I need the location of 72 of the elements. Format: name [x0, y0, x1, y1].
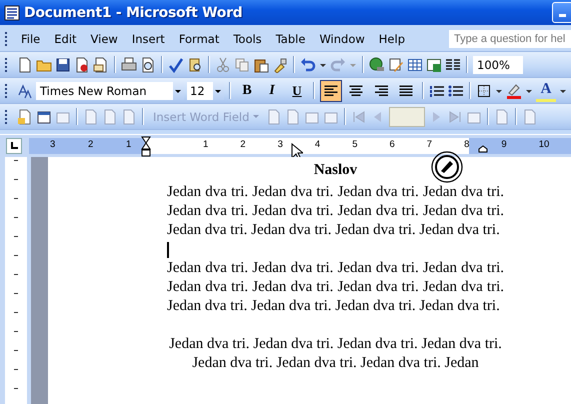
menu-item[interactable]: Format	[172, 30, 226, 48]
check-errors-icon[interactable]	[494, 108, 510, 124]
email-icon[interactable]	[93, 56, 109, 72]
window-title: Document1 - Microsoft Word	[24, 4, 242, 20]
zoom-field[interactable]: 100%	[473, 56, 523, 74]
bullet-list-icon[interactable]	[448, 82, 464, 98]
data-source-icon[interactable]	[36, 108, 52, 124]
paragraph: Jedan dva tri. Jedan dva tri. Jedan dva tri. Jedan dva tri. Jedan dva tri. Jedan dva tri. Jedan dva tri. Jedan dva tri. Jedan dva tri. Jedan dva tri. Jedan dva tri. Jedan dva tri.	[167, 259, 504, 316]
menu-item[interactable]: Tools	[226, 30, 269, 48]
align-left-button[interactable]	[320, 80, 342, 102]
align-right-icon	[373, 82, 389, 98]
ruler-number: 4	[314, 139, 320, 150]
mail-merge-document-icon[interactable]	[17, 108, 33, 124]
research-icon[interactable]	[187, 56, 203, 72]
font-size-field[interactable]: 12	[187, 82, 224, 100]
menu-item[interactable]: Edit	[47, 30, 84, 48]
record-number-field[interactable]	[389, 106, 426, 126]
right-indent-marker-icon[interactable]	[478, 145, 488, 153]
spreadsheet-icon[interactable]	[426, 56, 442, 72]
paste-icon[interactable]	[253, 56, 269, 72]
align-left-icon	[323, 82, 339, 98]
ruler-number: 6	[390, 139, 395, 150]
document-heading: Naslov	[314, 161, 358, 180]
border-icon[interactable]	[476, 82, 492, 98]
font-name-field[interactable]: Times New Roman	[36, 82, 184, 100]
spelling-icon[interactable]	[168, 56, 184, 72]
document-icon	[4, 4, 20, 20]
ruler-number: 1	[126, 139, 132, 150]
save-icon[interactable]	[55, 56, 71, 72]
indent-marker-icon[interactable]	[141, 136, 151, 158]
menu-item[interactable]: Table	[268, 30, 312, 48]
minimize-button[interactable]	[552, 2, 571, 23]
ruler-number: 10	[538, 139, 550, 150]
menu-item[interactable]: Insert	[124, 30, 172, 48]
table-icon[interactable]	[407, 56, 423, 72]
menu-item[interactable]: Help	[372, 30, 412, 48]
tab-selector-icon[interactable]	[6, 138, 22, 154]
new-document-icon[interactable]	[17, 56, 33, 72]
bold-button[interactable]: B	[236, 80, 258, 102]
paragraph: Jedan dva tri. Jedan dva tri. Jedan dva tri. Jedan dva tri. Jedan dva tri. Jedan dva tri. Jedan dva tri. Jedan	[168, 335, 503, 373]
ruler-number: 5	[352, 139, 358, 150]
highlighter-icon[interactable]	[506, 82, 522, 98]
menu-item[interactable]: File	[14, 30, 48, 48]
undo-icon[interactable]	[300, 56, 316, 72]
office-assistant-icon[interactable]	[430, 150, 464, 184]
menu-item[interactable]: View	[84, 30, 125, 48]
ruler-number: 3	[278, 139, 283, 150]
hyperlink-icon[interactable]	[369, 56, 385, 72]
menu-item[interactable]: Window	[312, 30, 372, 48]
paragraph: Jedan dva tri. Jedan dva tri. Jedan dva tri. Jedan dva tri. Jedan dva tri. Jedan dva tri. Jedan dva tri. Jedan dva tri. Jedan dva tri. Jedan dva tri. Jedan dva tri. Jedan dva tri.	[167, 183, 504, 240]
help-search-field[interactable]: Type a question for hel	[449, 30, 571, 48]
text-cursor	[167, 242, 168, 258]
cut-icon[interactable]	[215, 56, 231, 72]
merge-fields-icon[interactable]	[266, 108, 282, 124]
ruler-number: 2	[240, 139, 246, 150]
italic-button[interactable]: I	[261, 80, 283, 102]
format-painter-icon[interactable]	[272, 56, 288, 72]
ruler-number: 1	[203, 139, 208, 150]
ruler-number: 8	[464, 139, 470, 150]
ruler-number: 3	[50, 139, 56, 150]
underline-button[interactable]: U	[286, 80, 308, 102]
print-preview-icon[interactable]	[140, 56, 156, 72]
print-icon[interactable]	[121, 56, 137, 72]
draw-table-icon[interactable]	[388, 56, 404, 72]
permission-icon[interactable]	[74, 56, 90, 72]
ruler-number: 9	[501, 139, 507, 150]
styles-icon[interactable]	[17, 82, 33, 98]
justify-icon	[398, 82, 414, 98]
align-center-icon	[348, 82, 364, 98]
columns-icon[interactable]	[445, 56, 461, 72]
ruler-number: 7	[426, 139, 432, 150]
ruler-number: 2	[88, 139, 94, 150]
